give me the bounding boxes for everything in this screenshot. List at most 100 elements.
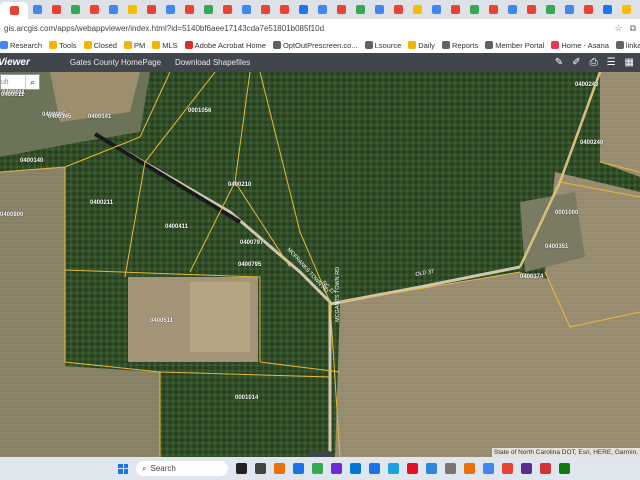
- browser-tab[interactable]: [351, 2, 370, 17]
- measure-icon[interactable]: ✐: [572, 57, 580, 68]
- parcel-label[interactable]: 0400141: [88, 114, 111, 120]
- parcel-label[interactable]: 0400140: [20, 158, 43, 164]
- browser-tab[interactable]: [123, 2, 142, 17]
- bookmark-item[interactable]: Daily: [408, 41, 435, 50]
- bookmark-item[interactable]: Adobe Acrobat Home: [184, 41, 266, 50]
- print-icon[interactable]: ⎙: [590, 57, 598, 68]
- browser-tab[interactable]: [275, 2, 294, 17]
- browser-tab[interactable]: [446, 2, 465, 17]
- browser-tab[interactable]: [104, 2, 123, 17]
- browser-tab[interactable]: [199, 2, 218, 17]
- parcel-label[interactable]: 0400800: [0, 212, 23, 218]
- bookmark-item[interactable]: Member Portal: [485, 41, 544, 50]
- parcel-label[interactable]: 0400011: [1, 92, 24, 98]
- browser-tab[interactable]: [85, 2, 104, 17]
- taskbar-app-icon[interactable]: [293, 463, 304, 474]
- parcel-label[interactable]: 0400211: [90, 200, 113, 206]
- browser-tab[interactable]: [427, 2, 446, 17]
- taskbar-app-icon[interactable]: [274, 463, 285, 474]
- grid-icon[interactable]: ▦: [625, 57, 634, 68]
- browser-tab[interactable]: [180, 2, 199, 17]
- bookmark-item[interactable]: Lsource: [364, 41, 401, 50]
- layers-icon[interactable]: ☰: [607, 57, 616, 68]
- download-shapefiles-link[interactable]: Download Shapefiles: [175, 58, 250, 67]
- taskbar-app-icon[interactable]: [540, 463, 551, 474]
- taskbar-app-icon[interactable]: [369, 463, 380, 474]
- taskbar-app-icon[interactable]: [445, 463, 456, 474]
- bookmark-item[interactable]: linkapsystem.techi...: [615, 41, 640, 50]
- parcel-label[interactable]: 0001000: [555, 210, 578, 216]
- url-text[interactable]: gis.arcgis.com/apps/webappviewer/index.h…: [4, 24, 324, 33]
- windows-start-icon[interactable]: [118, 463, 128, 474]
- browser-tab[interactable]: [560, 2, 579, 17]
- parcel-label[interactable]: 0400351: [545, 244, 568, 250]
- browser-tab[interactable]: [484, 2, 503, 17]
- browser-tab[interactable]: [370, 2, 389, 17]
- parcel-label[interactable]: 0400795: [238, 262, 261, 268]
- parcel-label[interactable]: 0400210: [228, 182, 251, 188]
- browser-tab[interactable]: [47, 2, 66, 17]
- browser-tab[interactable]: [579, 2, 598, 17]
- taskbar-app-icon[interactable]: [350, 463, 361, 474]
- taskbar-app-icon[interactable]: [312, 463, 323, 474]
- taskbar-app-icon[interactable]: [483, 463, 494, 474]
- tab-favicon-icon: [508, 5, 517, 14]
- taskbar-search[interactable]: ⌕ Search: [136, 461, 228, 476]
- browser-tab[interactable]: [142, 2, 161, 17]
- taskbar-app-icon[interactable]: [331, 463, 342, 474]
- address-bar[interactable]: gis.arcgis.com/apps/webappviewer/index.h…: [0, 19, 640, 38]
- star-icon[interactable]: ☆: [614, 23, 622, 34]
- browser-tab[interactable]: [218, 2, 237, 17]
- parcel-label[interactable]: 0001056: [188, 108, 211, 114]
- taskbar-app-icon[interactable]: [464, 463, 475, 474]
- taskbar-app-icon[interactable]: [236, 463, 247, 474]
- parcel-label[interactable]: 0400243: [575, 82, 598, 88]
- parcel-label[interactable]: 0400411: [165, 224, 188, 230]
- taskbar-app-icon[interactable]: [502, 463, 513, 474]
- bookmark-item[interactable]: Tools: [49, 41, 77, 50]
- browser-tab[interactable]: [408, 2, 427, 17]
- bookmark-item[interactable]: OptOutPrescreen.co...: [272, 41, 358, 50]
- bookmark-item[interactable]: Closed: [83, 41, 117, 50]
- taskbar-app-icon[interactable]: [407, 463, 418, 474]
- taskbar-app-icon[interactable]: [559, 463, 570, 474]
- browser-tab[interactable]: [332, 2, 351, 17]
- browser-tab[interactable]: [161, 2, 180, 17]
- parcel-label[interactable]: 0400511: [150, 318, 173, 324]
- taskbar-app-icon[interactable]: [521, 463, 532, 474]
- bookmark-item[interactable]: Research: [0, 41, 42, 50]
- bookmark-item[interactable]: Home - Asana: [551, 41, 609, 50]
- map-search-box[interactable]: ult ⌕: [0, 74, 40, 90]
- map-search-input[interactable]: ult: [1, 79, 8, 86]
- taskbar-app-icon[interactable]: [426, 463, 437, 474]
- browser-tab[interactable]: [66, 2, 85, 17]
- taskbar-app-icon[interactable]: [388, 463, 399, 474]
- parcel-label[interactable]: 0400374: [520, 274, 543, 280]
- browser-tab[interactable]: [294, 2, 313, 17]
- map-view[interactable]: ult ⌕ 0400011 0400005 0400145 0400141 040014…: [0, 72, 640, 457]
- browser-tab[interactable]: [465, 2, 484, 17]
- taskbar-app-icon[interactable]: [255, 463, 266, 474]
- parcel-label[interactable]: 0400797: [240, 240, 263, 246]
- bookmark-item[interactable]: PM: [123, 41, 145, 50]
- search-icon[interactable]: ⌕: [25, 75, 39, 89]
- parcel-label[interactable]: 0400145: [48, 114, 71, 120]
- browser-tab[interactable]: [541, 2, 560, 17]
- browser-tab[interactable]: [0, 2, 28, 19]
- edit-icon[interactable]: ✎: [555, 57, 563, 68]
- homepage-link[interactable]: Gates County HomePage: [70, 58, 161, 67]
- browser-tab[interactable]: [256, 2, 275, 17]
- browser-tab[interactable]: [313, 2, 332, 17]
- browser-tab[interactable]: [598, 2, 617, 17]
- parcel-label[interactable]: 0400240: [580, 140, 603, 146]
- browser-tab[interactable]: [617, 2, 636, 17]
- browser-tab[interactable]: [237, 2, 256, 17]
- bookmark-item[interactable]: MLS: [152, 41, 178, 50]
- browser-tab[interactable]: [389, 2, 408, 17]
- bookmark-item[interactable]: Reports: [441, 41, 478, 50]
- browser-tab[interactable]: [28, 2, 47, 17]
- extensions-icon[interactable]: ⧉: [630, 23, 636, 34]
- browser-tab[interactable]: [503, 2, 522, 17]
- browser-tab[interactable]: [522, 2, 541, 17]
- parcel-label[interactable]: 0001014: [235, 395, 258, 401]
